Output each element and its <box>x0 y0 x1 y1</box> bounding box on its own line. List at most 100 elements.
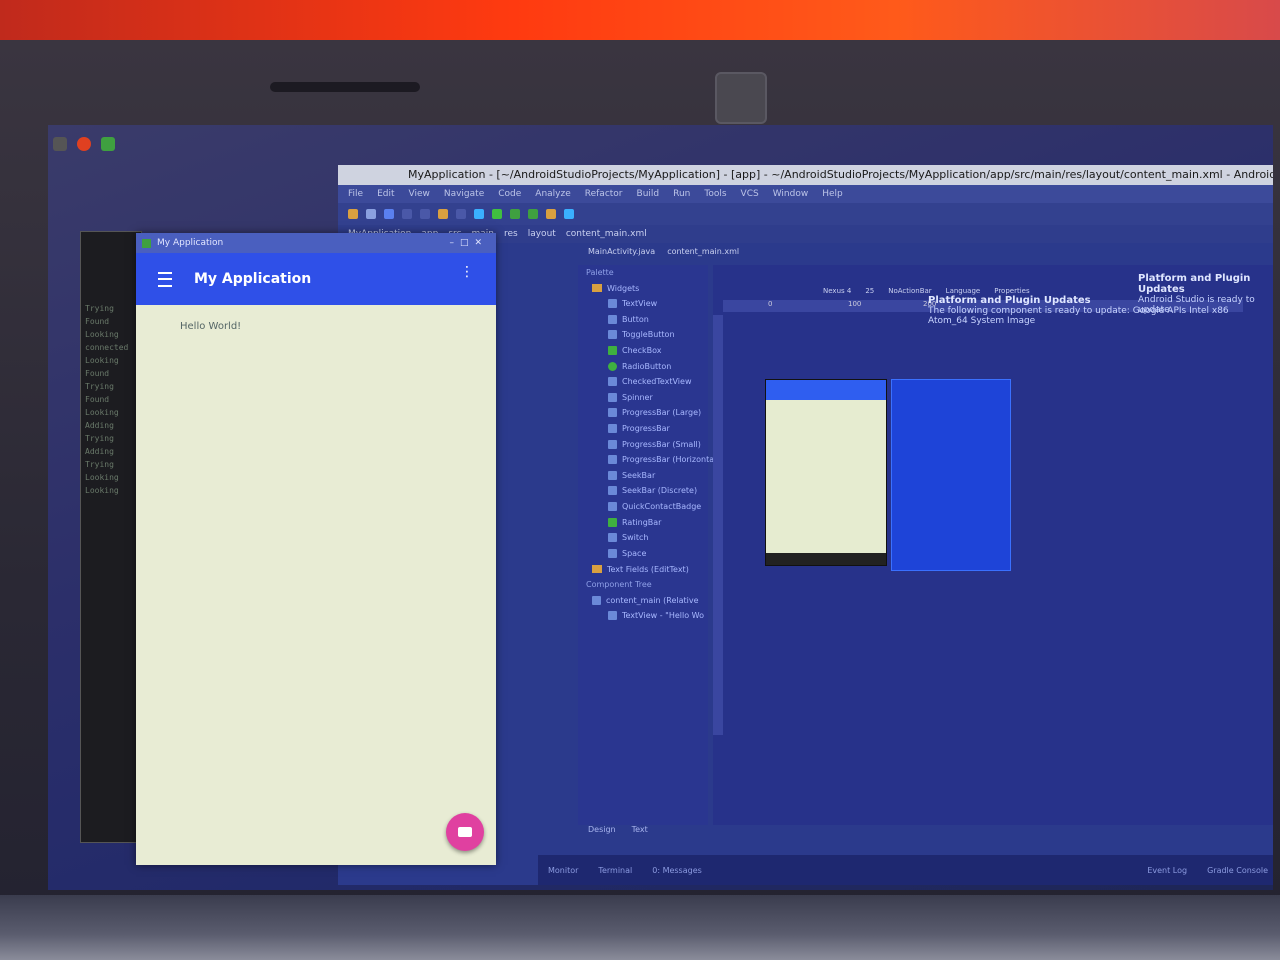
menu-vcs[interactable]: VCS <box>741 185 759 203</box>
tool-event-log[interactable]: Event Log <box>1147 866 1187 875</box>
language-selector[interactable]: Language <box>946 287 981 295</box>
run-icon[interactable] <box>510 209 520 219</box>
terminal-line: Looking <box>85 356 119 365</box>
menu-build[interactable]: Build <box>637 185 660 203</box>
build-icon[interactable] <box>492 209 502 219</box>
terminal-line: Found <box>85 369 110 378</box>
tool-terminal[interactable]: Terminal <box>598 866 632 875</box>
browser-icon[interactable] <box>77 137 91 151</box>
blueprint-preview[interactable] <box>891 379 1011 571</box>
open-icon[interactable] <box>348 209 358 219</box>
terminal-window[interactable]: Trying Found Looking connected Looking F… <box>80 231 142 843</box>
terminal-line: Looking <box>85 473 119 482</box>
terminal-line: Found <box>85 317 110 326</box>
palette-item[interactable]: ProgressBar <box>578 421 708 437</box>
debug-icon[interactable] <box>528 209 538 219</box>
terminal-line: Found <box>85 395 110 404</box>
tool-messages[interactable]: 0: Messages <box>652 866 702 875</box>
tool-gradle-console[interactable]: Gradle Console <box>1207 866 1268 875</box>
api-selector[interactable]: 25 <box>865 287 874 295</box>
notification-title: Platform and Plugin Updates <box>1138 273 1251 295</box>
checkbox-icon <box>608 346 617 356</box>
app-title: My Application <box>194 271 312 287</box>
tree-label: TextView - "Hello Wo <box>622 611 704 621</box>
palette-group-text-fields[interactable]: Text Fields (EditText) <box>578 561 708 577</box>
tab-mainactivity[interactable]: MainActivity.java <box>588 247 655 256</box>
palette-item[interactable]: ProgressBar (Horizontal) <box>578 452 719 468</box>
theme-selector[interactable]: NoActionBar <box>888 287 931 295</box>
device-selector[interactable]: Nexus 4 <box>823 287 851 295</box>
palette-item[interactable]: Spinner <box>578 390 708 406</box>
breadcrumb-file[interactable]: content_main.xml <box>566 229 647 239</box>
phone-preview[interactable] <box>765 379 887 566</box>
palette-item[interactable]: ProgressBar (Small) <box>578 436 708 452</box>
tab-text[interactable]: Text <box>632 825 648 834</box>
menu-run[interactable]: Run <box>673 185 690 203</box>
preview-navbar <box>766 553 886 565</box>
item-label: RatingBar <box>622 517 662 527</box>
item-label: QuickContactBadge <box>622 502 702 512</box>
tab-design[interactable]: Design <box>588 825 616 834</box>
palette-item[interactable]: CheckBox <box>578 343 708 359</box>
avd-manager-icon[interactable] <box>546 209 556 219</box>
menu-help[interactable]: Help <box>822 185 843 203</box>
terminal-line: Trying <box>85 382 114 391</box>
android-icon <box>142 238 151 248</box>
palette-item[interactable]: SeekBar (Discrete) <box>578 483 708 499</box>
overflow-menu-icon[interactable]: ⋮ <box>460 265 474 279</box>
find-icon[interactable] <box>474 209 484 219</box>
palette-item[interactable]: Space <box>578 546 708 562</box>
notification-body: Android Studio is ready to update. <box>1138 295 1255 315</box>
sync-icon[interactable] <box>384 209 394 219</box>
tree-root[interactable]: content_main (Relative <box>578 592 708 608</box>
palette-item[interactable]: ProgressBar (Large) <box>578 405 708 421</box>
palette-item[interactable]: TextView <box>578 296 708 312</box>
palette-header: Palette <box>586 268 614 277</box>
palette-item[interactable]: RatingBar <box>578 514 708 530</box>
menu-view[interactable]: View <box>409 185 430 203</box>
tool-monitor[interactable]: Monitor <box>548 866 578 875</box>
item-label: Space <box>622 548 647 558</box>
menu-analyze[interactable]: Analyze <box>535 185 570 203</box>
terminal-icon[interactable] <box>53 137 67 151</box>
undo-icon[interactable] <box>402 209 412 219</box>
tab-content-main[interactable]: content_main.xml <box>667 247 739 256</box>
palette-item[interactable]: Button <box>578 312 708 328</box>
android-studio-icon[interactable] <box>101 137 115 151</box>
cut-icon[interactable] <box>438 209 448 219</box>
copy-icon[interactable] <box>456 209 466 219</box>
vertical-ruler <box>713 315 723 735</box>
layout-icon <box>592 595 601 605</box>
properties-tab[interactable]: Properties <box>994 287 1029 295</box>
hamburger-menu-icon[interactable] <box>158 271 172 287</box>
palette-item[interactable]: QuickContactBadge <box>578 499 708 515</box>
menu-window[interactable]: Window <box>773 185 809 203</box>
floating-action-button[interactable] <box>446 813 484 851</box>
redo-icon[interactable] <box>420 209 430 219</box>
layout-design-area[interactable]: Nexus 4 25 NoActionBar Language Properti… <box>713 265 1273 825</box>
breadcrumb-layout[interactable]: layout <box>528 229 556 239</box>
save-icon[interactable] <box>366 209 376 219</box>
help-icon[interactable] <box>564 209 574 219</box>
menu-edit[interactable]: Edit <box>377 185 394 203</box>
palette-item[interactable]: RadioButton <box>578 358 708 374</box>
palette-group-widgets[interactable]: Widgets <box>578 280 708 296</box>
palette-item[interactable]: CheckedTextView <box>578 374 708 390</box>
palette-item[interactable]: SeekBar <box>578 468 708 484</box>
widget-icon <box>608 439 617 449</box>
emulator-window[interactable]: My Application –□✕ My Application ⋮ Hell… <box>136 233 496 865</box>
window-controls[interactable]: –□✕ <box>449 238 488 248</box>
palette-item[interactable]: ToggleButton <box>578 327 708 343</box>
menu-tools[interactable]: Tools <box>704 185 726 203</box>
breadcrumb-res[interactable]: res <box>504 229 518 239</box>
ruler-label: 100 <box>848 300 862 308</box>
terminal-line: connected <box>85 343 129 352</box>
menu-navigate[interactable]: Navigate <box>444 185 484 203</box>
menu-code[interactable]: Code <box>498 185 521 203</box>
update-notification-small[interactable]: Platform and Plugin Updates Android Stud… <box>1138 273 1273 315</box>
editor-mode-tabs: Design Text <box>588 825 648 834</box>
tree-child[interactable]: TextView - "Hello Wo <box>578 608 708 624</box>
menu-refactor[interactable]: Refactor <box>585 185 623 203</box>
menu-file[interactable]: File <box>348 185 363 203</box>
palette-item[interactable]: Switch <box>578 530 708 546</box>
